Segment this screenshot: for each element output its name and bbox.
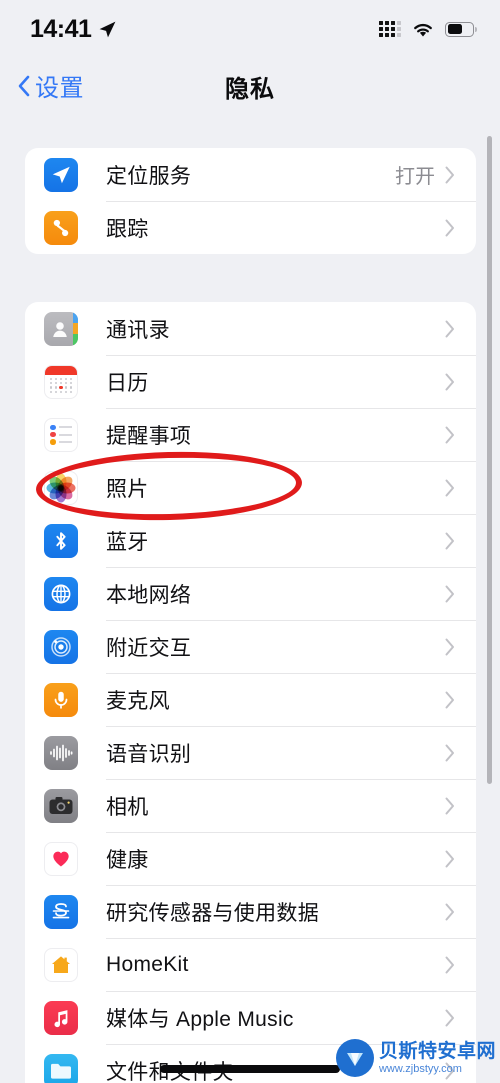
calendar-icon [44, 364, 78, 399]
settings-row-label: 跟踪 [106, 217, 149, 241]
battery-icon [445, 21, 477, 37]
tracking-icon [44, 210, 78, 245]
home-indicator [160, 1065, 340, 1073]
settings-group-location: 定位服务 打开 跟踪 [25, 148, 476, 254]
chevron-right-icon [445, 479, 454, 496]
settings-row-contacts[interactable]: 通讯录 [25, 302, 476, 355]
settings-group-app-permissions: 通讯录 日历 提醒事项 照片 蓝牙 本地网络 附近交互 麦克风 语音识别 相机 … [25, 302, 476, 1083]
settings-row-label: 相机 [106, 795, 149, 819]
chevron-right-icon [445, 1009, 454, 1026]
photos-icon [44, 470, 78, 505]
chevron-right-icon [445, 585, 454, 602]
settings-row-label: 定位服务 [106, 164, 192, 188]
homekit-icon [44, 947, 78, 982]
settings-row-label: 照片 [106, 477, 149, 501]
settings-row-bluetooth[interactable]: 蓝牙 [25, 514, 476, 567]
local-network-icon [44, 576, 78, 611]
settings-row-label: 本地网络 [106, 583, 192, 607]
chevron-right-icon [445, 903, 454, 920]
settings-row-label: 研究传感器与使用数据 [106, 901, 319, 925]
page-title: 隐私 [225, 76, 275, 103]
settings-row-label: HomeKit [106, 952, 189, 976]
chevron-right-icon [445, 532, 454, 549]
settings-row-tracking[interactable]: 跟踪 [25, 201, 476, 254]
iphone-screen: 14:41 设置 隐私 定位服务 打开 跟踪 通讯录 日历 提醒事项 照片 蓝牙… [0, 0, 500, 1083]
camera-icon [44, 788, 78, 823]
settings-row-label: 提醒事项 [106, 424, 192, 448]
bluetooth-icon [44, 523, 78, 558]
settings-row-media-apple-music[interactable]: 媒体与 Apple Music [25, 991, 476, 1044]
chevron-right-icon [445, 426, 454, 443]
microphone-icon [44, 682, 78, 717]
vertical-scrollbar[interactable] [487, 136, 492, 784]
speech-recognition-icon [44, 735, 78, 770]
chevron-right-icon [445, 850, 454, 867]
chevron-right-icon [445, 744, 454, 761]
status-bar-left: 14:41 [30, 15, 117, 44]
settings-row-reminders[interactable]: 提醒事项 [25, 408, 476, 461]
contacts-icon [44, 311, 78, 346]
cellular-signal-icon [379, 21, 401, 37]
settings-row-camera[interactable]: 相机 [25, 779, 476, 832]
settings-row-speech-recognition[interactable]: 语音识别 [25, 726, 476, 779]
settings-row-label: 媒体与 Apple Music [106, 1007, 294, 1031]
chevron-right-icon [445, 373, 454, 390]
settings-row-health[interactable]: 健康 [25, 832, 476, 885]
files-folders-icon [44, 1053, 78, 1083]
chevron-right-icon [445, 956, 454, 973]
settings-row-location-services[interactable]: 定位服务 打开 [25, 148, 476, 201]
chevron-right-icon [445, 691, 454, 708]
navigation-bar: 设置 隐私 [0, 58, 500, 120]
settings-row-photos[interactable]: 照片 [25, 461, 476, 514]
settings-row-label: 日历 [106, 371, 149, 395]
status-time: 14:41 [30, 14, 92, 43]
chevron-right-icon [445, 219, 454, 236]
settings-row-files-and-folders[interactable]: 文件和文件夹 [25, 1044, 476, 1083]
settings-row-label: 通讯录 [106, 318, 170, 342]
settings-row-microphone[interactable]: 麦克风 [25, 673, 476, 726]
settings-row-label: 健康 [106, 848, 149, 872]
chevron-right-icon [445, 638, 454, 655]
chevron-right-icon [445, 320, 454, 337]
location-arrow-icon [100, 21, 116, 38]
location-services-icon [44, 157, 78, 192]
settings-row-label: 附近交互 [106, 636, 192, 660]
status-bar-right [379, 21, 477, 38]
nearby-interactions-icon [44, 629, 78, 664]
settings-row-nearby-interactions[interactable]: 附近交互 [25, 620, 476, 673]
settings-row-research-sensor[interactable]: 研究传感器与使用数据 [25, 885, 476, 938]
settings-row-local-network[interactable]: 本地网络 [25, 567, 476, 620]
health-icon [44, 841, 78, 876]
reminders-icon [44, 417, 78, 452]
settings-row-calendar[interactable]: 日历 [25, 355, 476, 408]
wifi-icon [414, 23, 432, 36]
settings-row-label: 麦克风 [106, 689, 170, 713]
apple-music-icon [44, 1000, 78, 1035]
research-sensor-icon [44, 894, 78, 929]
settings-row-label: 蓝牙 [106, 530, 149, 554]
settings-row-label: 语音识别 [106, 742, 192, 766]
chevron-right-icon [445, 1062, 454, 1079]
status-bar: 14:41 [0, 0, 500, 58]
settings-row-value: 打开 [395, 166, 435, 188]
chevron-right-icon [445, 797, 454, 814]
chevron-right-icon [445, 166, 454, 183]
settings-row-homekit[interactable]: HomeKit [25, 938, 476, 991]
